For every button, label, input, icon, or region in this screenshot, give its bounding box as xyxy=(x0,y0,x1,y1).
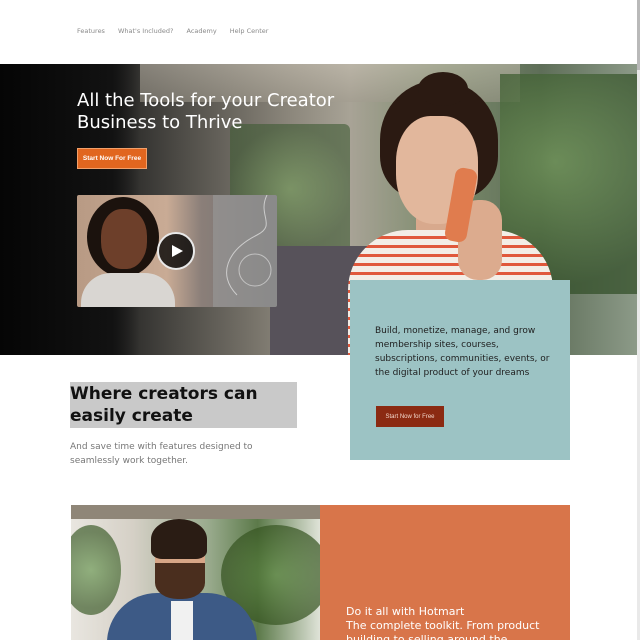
intro-start-now-button[interactable]: Start Now for Free xyxy=(376,406,444,427)
hero-title: All the Tools for your Creator Business … xyxy=(77,90,335,133)
section-headline: Where creators can easily create xyxy=(70,382,297,428)
feature-photo-smiling-man xyxy=(71,505,320,640)
feature-card-text: The complete toolkit. From product build… xyxy=(346,619,540,640)
intro-card-text: Build, monetize, manage, and grow member… xyxy=(375,326,550,378)
nav-link-features[interactable]: Features xyxy=(77,27,105,35)
nav-link-whats-included[interactable]: What's Included? xyxy=(118,27,174,35)
nav-links: Features What's Included? Academy Help C… xyxy=(77,27,268,35)
decorative-swirl xyxy=(226,195,272,296)
feature-card: Do it all with Hotmart The complete tool… xyxy=(320,505,570,640)
hero-start-now-button[interactable]: Start Now For Free xyxy=(77,148,147,169)
intro-card: Build, monetize, manage, and grow member… xyxy=(350,280,570,460)
play-button[interactable] xyxy=(157,232,195,270)
play-icon xyxy=(172,245,183,257)
top-navigation: Features What's Included? Academy Help C… xyxy=(0,0,640,64)
section-subtext: And save time with features designed to … xyxy=(70,442,253,466)
nav-link-help-center[interactable]: Help Center xyxy=(230,27,269,35)
nav-link-academy[interactable]: Academy xyxy=(187,27,217,35)
feature-card-title: Do it all with Hotmart xyxy=(346,605,465,618)
hero-video-thumbnail[interactable] xyxy=(77,195,277,307)
